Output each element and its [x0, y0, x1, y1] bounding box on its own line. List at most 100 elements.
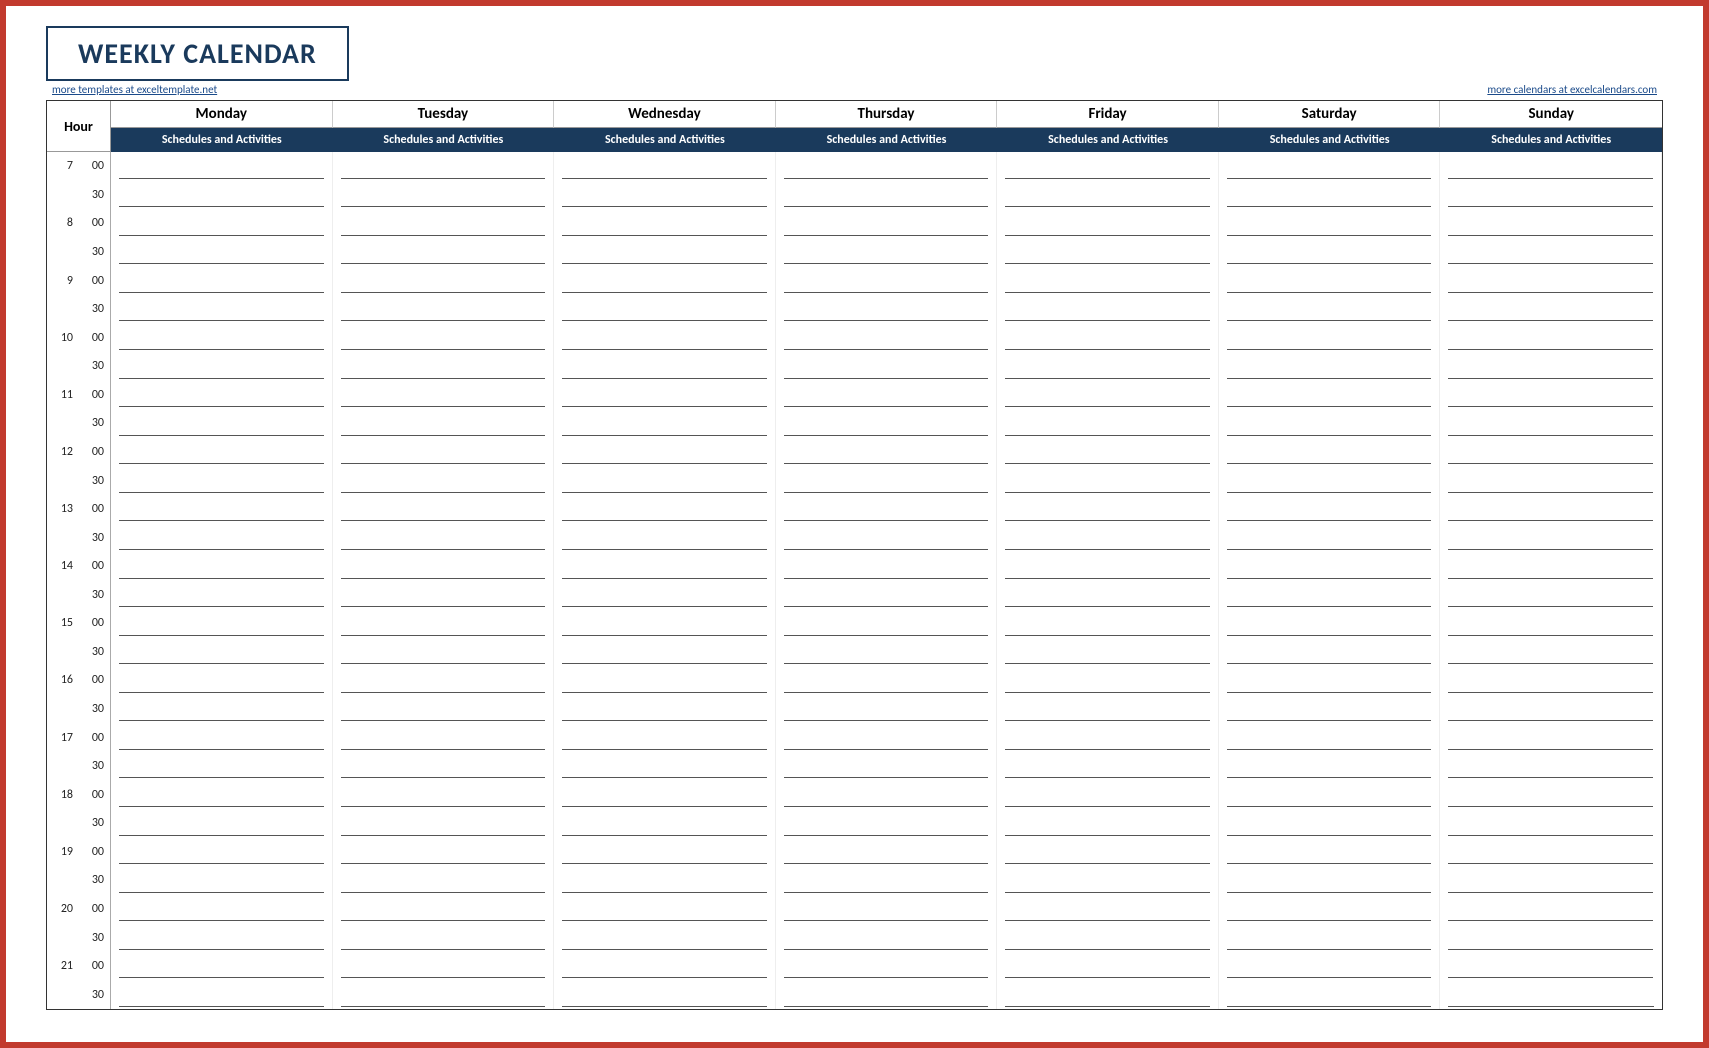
time-slot[interactable] [333, 523, 555, 552]
time-slot[interactable] [1440, 838, 1662, 867]
time-slot[interactable] [1219, 980, 1441, 1009]
time-slot[interactable] [1440, 466, 1662, 495]
time-slot[interactable] [997, 466, 1219, 495]
time-slot[interactable] [997, 723, 1219, 752]
time-slot[interactable] [111, 352, 333, 381]
time-slot[interactable] [111, 209, 333, 238]
time-slot[interactable] [776, 523, 998, 552]
time-slot[interactable] [997, 381, 1219, 410]
time-slot[interactable] [111, 980, 333, 1009]
time-slot[interactable] [554, 923, 776, 952]
time-slot[interactable] [333, 923, 555, 952]
time-slot[interactable] [111, 809, 333, 838]
time-slot[interactable] [111, 438, 333, 467]
time-slot[interactable] [997, 609, 1219, 638]
time-slot[interactable] [333, 809, 555, 838]
time-slot[interactable] [776, 895, 998, 924]
time-slot[interactable] [554, 181, 776, 210]
time-slot[interactable] [1440, 323, 1662, 352]
time-slot[interactable] [554, 209, 776, 238]
time-slot[interactable] [1219, 638, 1441, 667]
time-slot[interactable] [554, 323, 776, 352]
time-slot[interactable] [554, 523, 776, 552]
time-slot[interactable] [111, 323, 333, 352]
time-slot[interactable] [1440, 209, 1662, 238]
time-slot[interactable] [776, 352, 998, 381]
time-slot[interactable] [554, 723, 776, 752]
time-slot[interactable] [776, 980, 998, 1009]
time-slot[interactable] [1219, 952, 1441, 981]
time-slot[interactable] [1440, 666, 1662, 695]
time-slot[interactable] [776, 666, 998, 695]
time-slot[interactable] [554, 609, 776, 638]
time-slot[interactable] [1219, 323, 1441, 352]
time-slot[interactable] [776, 409, 998, 438]
time-slot[interactable] [333, 895, 555, 924]
time-slot[interactable] [1219, 209, 1441, 238]
time-slot[interactable] [997, 523, 1219, 552]
time-slot[interactable] [776, 238, 998, 267]
time-slot[interactable] [1219, 523, 1441, 552]
time-slot[interactable] [1440, 752, 1662, 781]
time-slot[interactable] [1440, 695, 1662, 724]
time-slot[interactable] [997, 238, 1219, 267]
time-slot[interactable] [1219, 666, 1441, 695]
time-slot[interactable] [1219, 466, 1441, 495]
time-slot[interactable] [776, 552, 998, 581]
time-slot[interactable] [333, 323, 555, 352]
time-slot[interactable] [333, 581, 555, 610]
time-slot[interactable] [997, 952, 1219, 981]
time-slot[interactable] [111, 780, 333, 809]
time-slot[interactable] [554, 352, 776, 381]
time-slot[interactable] [776, 581, 998, 610]
time-slot[interactable] [776, 609, 998, 638]
time-slot[interactable] [997, 352, 1219, 381]
time-slot[interactable] [997, 695, 1219, 724]
time-slot[interactable] [554, 552, 776, 581]
time-slot[interactable] [554, 152, 776, 181]
time-slot[interactable] [333, 495, 555, 524]
time-slot[interactable] [1219, 352, 1441, 381]
templates-link[interactable]: more templates at exceltemplate.net [52, 83, 217, 96]
time-slot[interactable] [997, 895, 1219, 924]
time-slot[interactable] [111, 266, 333, 295]
time-slot[interactable] [997, 552, 1219, 581]
time-slot[interactable] [554, 495, 776, 524]
time-slot[interactable] [1440, 152, 1662, 181]
time-slot[interactable] [554, 952, 776, 981]
time-slot[interactable] [776, 838, 998, 867]
time-slot[interactable] [1440, 295, 1662, 324]
time-slot[interactable] [111, 895, 333, 924]
time-slot[interactable] [1219, 723, 1441, 752]
time-slot[interactable] [1219, 895, 1441, 924]
time-slot[interactable] [776, 295, 998, 324]
time-slot[interactable] [554, 695, 776, 724]
time-slot[interactable] [554, 666, 776, 695]
time-slot[interactable] [1440, 523, 1662, 552]
time-slot[interactable] [111, 523, 333, 552]
time-slot[interactable] [776, 923, 998, 952]
time-slot[interactable] [111, 952, 333, 981]
time-slot[interactable] [111, 752, 333, 781]
time-slot[interactable] [776, 266, 998, 295]
time-slot[interactable] [997, 323, 1219, 352]
time-slot[interactable] [333, 838, 555, 867]
time-slot[interactable] [997, 923, 1219, 952]
time-slot[interactable] [1440, 181, 1662, 210]
time-slot[interactable] [997, 209, 1219, 238]
time-slot[interactable] [997, 980, 1219, 1009]
time-slot[interactable] [554, 809, 776, 838]
time-slot[interactable] [1219, 409, 1441, 438]
time-slot[interactable] [1219, 752, 1441, 781]
time-slot[interactable] [333, 209, 555, 238]
time-slot[interactable] [333, 780, 555, 809]
time-slot[interactable] [111, 866, 333, 895]
time-slot[interactable] [1440, 581, 1662, 610]
time-slot[interactable] [333, 266, 555, 295]
time-slot[interactable] [111, 552, 333, 581]
time-slot[interactable] [333, 466, 555, 495]
time-slot[interactable] [1440, 552, 1662, 581]
time-slot[interactable] [997, 495, 1219, 524]
time-slot[interactable] [1219, 495, 1441, 524]
time-slot[interactable] [554, 780, 776, 809]
